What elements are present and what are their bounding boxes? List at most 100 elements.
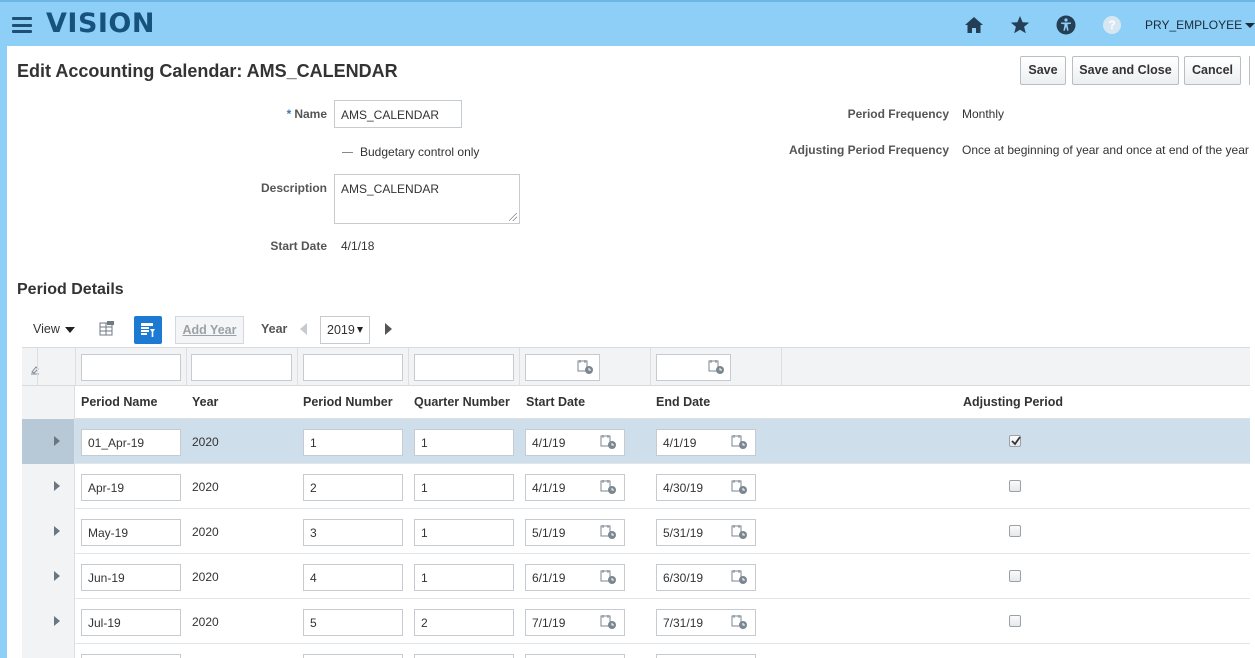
view-menu[interactable]: View	[33, 322, 60, 336]
name-input[interactable]: AMS_CALENDAR	[334, 100, 462, 128]
add-year-button[interactable]: Add Year	[175, 316, 244, 344]
period-name-input[interactable]: May-19	[81, 519, 181, 546]
freeze-columns-icon[interactable]	[99, 321, 115, 337]
col-header-period-name[interactable]: Period Name	[81, 395, 157, 409]
expand-row-icon[interactable]	[54, 571, 60, 581]
quarter-number-input[interactable]: 1	[414, 564, 514, 591]
col-header-period-number[interactable]: Period Number	[303, 395, 393, 409]
expand-row-icon[interactable]	[54, 616, 60, 626]
filter-quarter-number[interactable]	[414, 354, 514, 381]
end-date-input[interactable]: 6/30/19	[656, 564, 756, 591]
previous-year-icon[interactable]	[300, 323, 307, 335]
start-date-input[interactable]	[525, 654, 625, 658]
period-number-input[interactable]: 5	[303, 609, 403, 636]
period-name-input[interactable]: Jun-19	[81, 564, 181, 591]
filter-period-name[interactable]	[81, 354, 181, 381]
calendar-icon[interactable]	[600, 614, 618, 630]
period-number-input[interactable]: 3	[303, 519, 403, 546]
period-name-input[interactable]	[81, 654, 181, 658]
col-header-start-date[interactable]: Start Date	[526, 395, 585, 409]
adjusting-period-checkbox[interactable]	[1009, 570, 1021, 582]
calendar-icon[interactable]	[577, 359, 595, 375]
row-gutter[interactable]	[22, 464, 75, 509]
expand-row-icon[interactable]	[54, 481, 60, 491]
row-gutter[interactable]	[22, 644, 75, 658]
quarter-number-input[interactable]: 1	[414, 429, 514, 456]
end-date-input[interactable]	[656, 654, 756, 658]
calendar-icon[interactable]	[731, 479, 749, 495]
save-and-close-button[interactable]: Save and Close	[1072, 56, 1179, 85]
table-row[interactable]: 01_Apr-19 2020 1 1 4/1/19 4/1/19	[22, 419, 1250, 464]
period-name-input[interactable]: Apr-19	[81, 474, 181, 501]
table-row[interactable]: May-19 2020 3 1 5/1/19 5/31/19	[22, 509, 1250, 554]
view-menu-caret-icon[interactable]	[65, 327, 75, 333]
adjusting-period-checkbox[interactable]	[1009, 615, 1021, 627]
start-date-input[interactable]: 4/1/19	[525, 474, 625, 501]
row-gutter[interactable]	[22, 554, 75, 599]
row-gutter[interactable]	[22, 599, 75, 644]
calendar-icon[interactable]	[708, 359, 726, 375]
col-header-quarter-number[interactable]: Quarter Number	[414, 395, 510, 409]
row-gutter[interactable]	[22, 419, 75, 464]
period-number-input[interactable]: 4	[303, 564, 403, 591]
col-header-adjusting-period[interactable]: Adjusting Period	[963, 395, 1063, 409]
col-header-end-date[interactable]: End Date	[656, 395, 710, 409]
help-icon[interactable]: ?	[1103, 16, 1121, 34]
description-textarea[interactable]: AMS_CALENDAR	[334, 174, 520, 224]
quarter-number-input[interactable]: 2	[414, 609, 514, 636]
quarter-number-input[interactable]	[414, 654, 514, 658]
calendar-icon[interactable]	[731, 569, 749, 585]
col-header-year[interactable]: Year	[192, 395, 218, 409]
period-number-input[interactable]: 1	[303, 429, 403, 456]
navigator-menu-icon[interactable]	[12, 17, 32, 33]
user-menu[interactable]: PRY_EMPLOYEE	[1145, 18, 1242, 32]
end-date-input[interactable]: 5/31/19	[656, 519, 756, 546]
filter-end-date[interactable]	[656, 354, 731, 381]
filter-year[interactable]	[191, 354, 292, 381]
expand-row-icon[interactable]	[54, 436, 60, 446]
user-menu-caret-icon[interactable]	[1245, 23, 1255, 28]
start-date-input[interactable]: 7/1/19	[525, 609, 625, 636]
calendar-icon[interactable]	[600, 434, 618, 450]
period-name-input[interactable]: 01_Apr-19	[81, 429, 181, 456]
calendar-icon[interactable]	[600, 569, 618, 585]
calendar-icon[interactable]	[731, 524, 749, 540]
adjusting-period-checkbox[interactable]	[1009, 525, 1021, 537]
year-select-caret-icon[interactable]	[357, 327, 363, 333]
calendar-icon[interactable]	[731, 614, 749, 630]
table-row[interactable]: Jun-19 2020 4 1 6/1/19 6/30/19	[22, 554, 1250, 599]
quarter-number-input[interactable]: 1	[414, 519, 514, 546]
period-number-input[interactable]: 2	[303, 474, 403, 501]
calendar-icon[interactable]	[600, 479, 618, 495]
period-name-input[interactable]: Jul-19	[81, 609, 181, 636]
table-row[interactable]	[22, 644, 1250, 658]
end-date-input[interactable]: 7/31/19	[656, 609, 756, 636]
vision-logo[interactable]: VISION	[46, 8, 155, 39]
quarter-number-input[interactable]: 1	[414, 474, 514, 501]
calendar-icon[interactable]	[731, 434, 749, 450]
table-row[interactable]: Apr-19 2020 2 1 4/1/19 4/30/19	[22, 464, 1250, 509]
home-icon[interactable]	[963, 14, 985, 36]
expand-row-icon[interactable]	[54, 526, 60, 536]
row-gutter[interactable]	[22, 509, 75, 554]
end-date-input[interactable]: 4/30/19	[656, 474, 756, 501]
budgetary-control-checkbox[interactable]	[342, 152, 353, 153]
adjusting-period-checkbox[interactable]	[1009, 435, 1021, 447]
next-year-icon[interactable]	[385, 323, 392, 335]
filter-period-number[interactable]	[303, 354, 403, 381]
calendar-icon[interactable]	[600, 524, 618, 540]
table-row[interactable]: Jul-19 2020 5 2 7/1/19 7/31/19	[22, 599, 1250, 644]
accessibility-icon[interactable]	[1055, 14, 1077, 36]
favorites-star-icon[interactable]	[1009, 14, 1031, 36]
cancel-button[interactable]: Cancel	[1184, 56, 1241, 85]
period-number-input[interactable]	[303, 654, 403, 658]
start-date-input[interactable]: 5/1/19	[525, 519, 625, 546]
adjusting-period-checkbox[interactable]	[1009, 480, 1021, 492]
resize-handle-icon[interactable]	[509, 213, 517, 221]
save-button[interactable]: Save	[1020, 56, 1066, 85]
start-date-input[interactable]: 4/1/19	[525, 429, 625, 456]
clear-filter-icon[interactable]	[30, 364, 40, 375]
end-date-input[interactable]: 4/1/19	[656, 429, 756, 456]
detach-table-button[interactable]	[134, 316, 162, 344]
filter-start-date[interactable]	[525, 354, 600, 381]
